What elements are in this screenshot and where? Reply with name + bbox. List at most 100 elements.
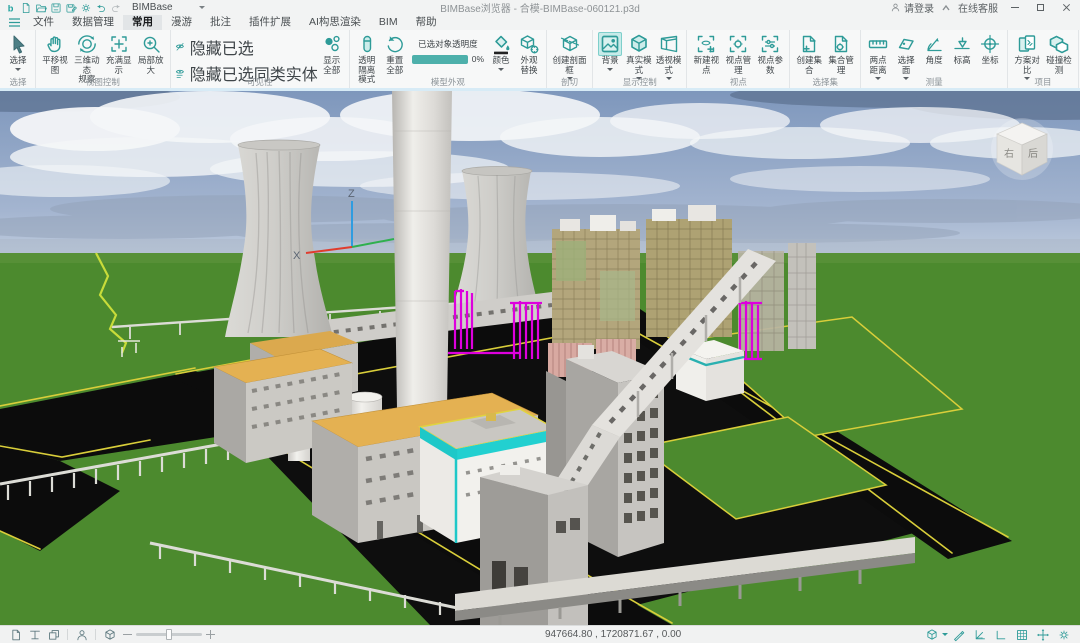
- hamburger-icon[interactable]: [6, 17, 22, 29]
- zoom-slider-handle[interactable]: [166, 629, 172, 640]
- menu-tab-3[interactable]: 常用: [123, 15, 162, 30]
- zoom-slider[interactable]: [136, 633, 202, 636]
- view-cube-face-right: 右: [1004, 147, 1014, 160]
- menu-tab-6[interactable]: 插件扩展: [240, 15, 300, 30]
- grid-icon[interactable]: [1014, 627, 1029, 642]
- ribbon-button-viewpoint-new[interactable]: 新建视点: [690, 32, 722, 75]
- ribbon-button-pan-hand[interactable]: 平移视图: [39, 32, 71, 75]
- minimize-button[interactable]: [1005, 0, 1024, 15]
- new-file-icon[interactable]: [19, 1, 32, 14]
- bimbase-logo-icon[interactable]: b: [4, 1, 17, 14]
- viewport-3d[interactable]: Z X: [0, 91, 1080, 625]
- open-file-icon[interactable]: [34, 1, 47, 14]
- ribbon-button-set-create[interactable]: 创建集合: [793, 32, 825, 75]
- button-label: 平移视图: [41, 56, 69, 75]
- menu-tab-5[interactable]: 批注: [201, 15, 240, 30]
- model-tree-icon[interactable]: [27, 627, 42, 642]
- zoom-in-button[interactable]: [206, 630, 215, 639]
- online-service-button[interactable]: 在线客服: [958, 0, 998, 15]
- menu-bar: 文件数据管理常用漫游批注插件扩展AI构思渲染BIM帮助: [0, 15, 1080, 30]
- user-icon[interactable]: [74, 627, 89, 642]
- set-create-icon: [797, 32, 821, 56]
- ribbon-button-viewpoint-params[interactable]: 视点参数: [754, 32, 786, 75]
- ribbon-button-paint-color[interactable]: 颜色: [487, 32, 515, 74]
- settings-gear-icon[interactable]: [79, 1, 92, 14]
- close-button[interactable]: [1057, 0, 1076, 15]
- pan-hand-icon: [43, 32, 67, 56]
- undo-arrow-icon[interactable]: [94, 1, 107, 14]
- dropdown-caret-icon: [498, 68, 504, 74]
- button-label: 局部放大: [137, 56, 165, 75]
- ribbon-button-collision-cubes[interactable]: 碰撞检测: [1043, 32, 1075, 75]
- ribbon-button-viewpoint-manage[interactable]: 视点管理: [722, 32, 754, 75]
- menu-tab-9[interactable]: 帮助: [407, 15, 446, 30]
- ribbon-button-angle-protractor[interactable]: 角度: [920, 32, 948, 66]
- windows-icon[interactable]: [46, 627, 61, 642]
- separator: [67, 629, 68, 640]
- transparency-slider[interactable]: [412, 55, 468, 64]
- menu-tab-4[interactable]: 漫游: [162, 15, 201, 30]
- menu-tab-1[interactable]: 文件: [24, 15, 63, 30]
- measure-axis-icon[interactable]: [972, 627, 987, 642]
- viewpoint-params-icon: [758, 32, 782, 56]
- zoom-out-button[interactable]: [123, 630, 132, 639]
- ribbon-button-cursor-arrow[interactable]: 选择: [4, 32, 32, 74]
- ribbon-button-set-manage[interactable]: 集合管理: [825, 32, 857, 75]
- menu-tab-7[interactable]: AI构思渲染: [300, 15, 370, 30]
- ribbon-group-label: 视图控制: [36, 76, 170, 88]
- orbit-3d-icon: [75, 32, 99, 56]
- button-label: 角度: [926, 56, 943, 66]
- save-file-icon[interactable]: [49, 1, 62, 14]
- separator: [95, 629, 96, 640]
- sketch-icon[interactable]: [951, 627, 966, 642]
- menu-tab-2[interactable]: 数据管理: [63, 15, 123, 30]
- select-face-icon: [894, 32, 918, 56]
- ribbon-toolbar: 选择选择平移视图三维动态 规察充满显示局部放大视图控制隐藏已选隐藏已选同类实体隐…: [0, 30, 1080, 91]
- ribbon-button-coordinate-target[interactable]: 坐标: [976, 32, 1004, 66]
- cursor-arrow-icon: [6, 32, 30, 56]
- bimbase-window: b BIMBase BIMBase浏览器 - 合模-BIMBase-060121…: [0, 0, 1080, 643]
- ribbon-button-hide-selected[interactable]: 隐藏已选: [174, 35, 318, 59]
- zoom-control: [123, 630, 215, 639]
- chevron-up-icon[interactable]: [941, 4, 951, 12]
- package-icon[interactable]: [102, 627, 117, 642]
- settings-gear-icon[interactable]: [1056, 627, 1071, 642]
- elevation-level-icon: [950, 32, 974, 56]
- corner-axis-icon[interactable]: [993, 627, 1008, 642]
- button-label: 充满显示: [105, 56, 133, 75]
- ribbon-group-5: 背景真实模式透视模式显示控制: [593, 30, 687, 88]
- dropdown-caret-icon: [942, 633, 948, 639]
- save-as-icon[interactable]: [64, 1, 77, 14]
- view-cube[interactable]: 右 后: [991, 118, 1053, 180]
- dropdown-caret-icon: [607, 68, 613, 74]
- document-icon[interactable]: [8, 627, 23, 642]
- ribbon-button-reset-arrow[interactable]: 重置全部: [381, 32, 409, 75]
- button-label: 创建集合: [795, 56, 823, 75]
- status-right-icons: [921, 627, 1074, 642]
- ribbon-group-1: 平移视图三维动态 规察充满显示局部放大视图控制: [36, 30, 171, 88]
- button-label: 坐标: [982, 56, 999, 66]
- ribbon-button-show-all-eye[interactable]: 显示全部: [318, 32, 346, 75]
- coordinate-target-icon: [978, 32, 1002, 56]
- redo-arrow-icon[interactable]: [109, 1, 122, 14]
- ribbon-group-label: 剖切: [547, 76, 592, 88]
- ribbon-group-7: 创建集合集合管理选择集: [790, 30, 861, 88]
- ribbon-button-zoom-region[interactable]: 局部放大: [135, 32, 167, 75]
- workspace-selector[interactable]: BIMBase: [132, 2, 205, 13]
- close-icon: [1062, 3, 1071, 12]
- ribbon-button-background-image[interactable]: 背景: [596, 32, 624, 74]
- move-icon[interactable]: [1035, 627, 1050, 642]
- show-all-eye-icon: [320, 32, 344, 56]
- ribbon-button-elevation-level[interactable]: 标高: [948, 32, 976, 66]
- maximize-button[interactable]: [1031, 0, 1050, 15]
- button-label: 透视模式: [656, 56, 682, 75]
- ribbon-button-fit-view[interactable]: 充满显示: [103, 32, 135, 75]
- collision-cubes-icon: [1047, 32, 1071, 56]
- login-button[interactable]: 请登录: [890, 0, 934, 15]
- angle-protractor-icon: [922, 32, 946, 56]
- ribbon-group-label: 项目: [1008, 76, 1078, 88]
- viewbox-icon[interactable]: [924, 627, 939, 642]
- ribbon-button-appearance-cube[interactable]: 外观替换: [515, 32, 543, 75]
- button-label: 真实模式: [626, 56, 652, 75]
- menu-tab-8[interactable]: BIM: [370, 15, 407, 30]
